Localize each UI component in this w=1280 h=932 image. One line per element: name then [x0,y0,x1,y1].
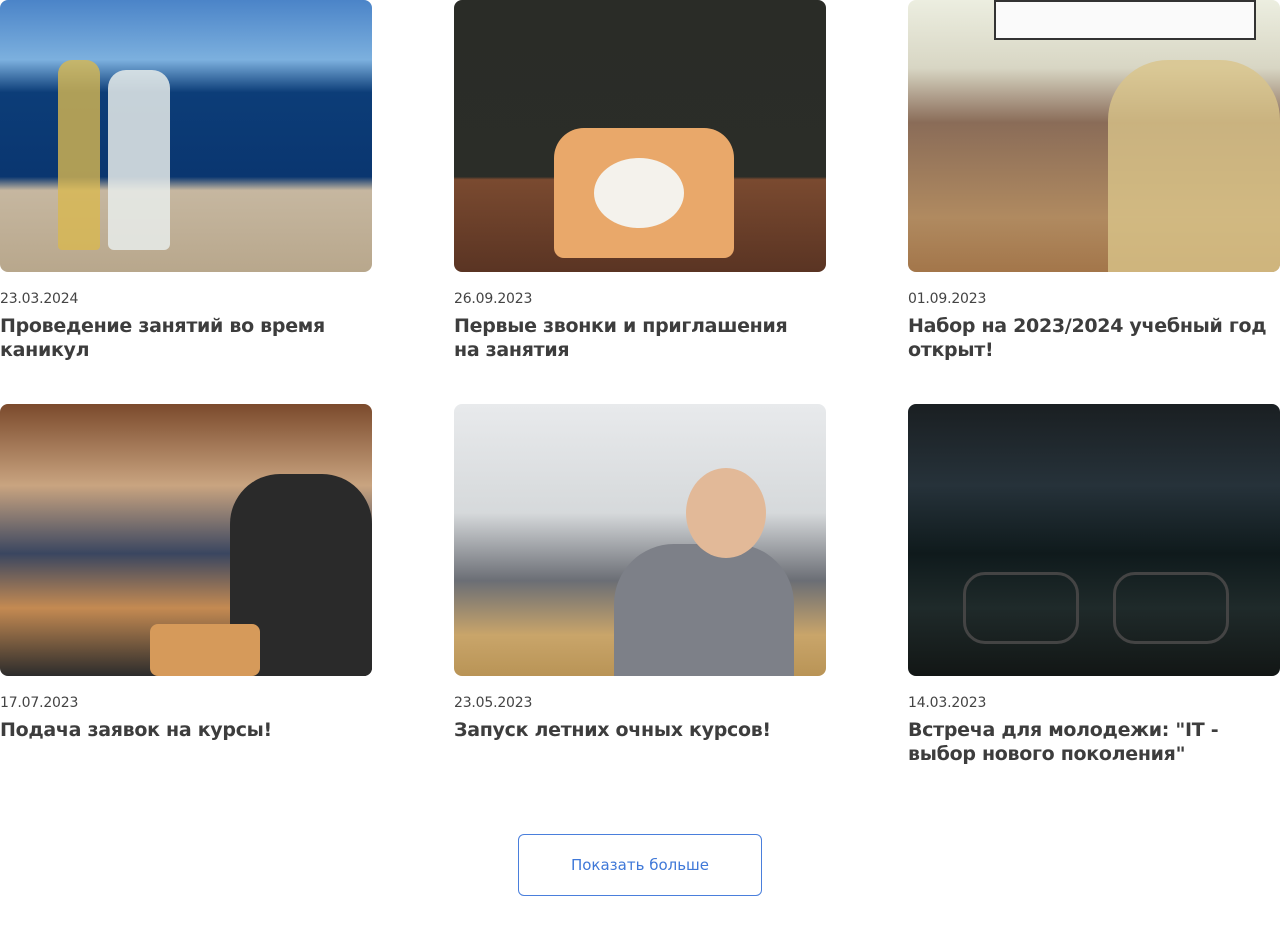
news-card[interactable]: 26.09.2023 Первые звонки и приглашения н… [454,0,826,362]
news-date: 23.05.2023 [454,695,533,711]
news-image[interactable] [908,0,1280,272]
news-title[interactable]: Подача заявок на курсы! [0,718,360,742]
news-image[interactable] [454,404,826,676]
news-date: 23.03.2024 [0,291,79,307]
news-card[interactable]: 01.09.2023 Набор на 2023/2024 учебный го… [908,0,1280,362]
news-card[interactable]: 23.03.2024 Проведение занятий во время к… [0,0,372,362]
news-image[interactable] [0,0,372,272]
news-title[interactable]: Набор на 2023/2024 учебный год открыт! [908,314,1268,362]
news-image[interactable] [908,404,1280,676]
news-date: 01.09.2023 [908,291,987,307]
news-date: 26.09.2023 [454,291,533,307]
show-more-button[interactable]: Показать больше [518,834,762,896]
news-date: 14.03.2023 [908,695,987,711]
news-title[interactable]: Запуск летних очных курсов! [454,718,814,742]
news-image[interactable] [454,0,826,272]
news-title[interactable]: Встреча для молодежи: "IT - выбор нового… [908,718,1268,766]
news-title[interactable]: Первые звонки и приглашения на занятия [454,314,814,362]
news-card[interactable]: 17.07.2023 Подача заявок на курсы! [0,404,372,742]
news-card[interactable]: 23.05.2023 Запуск летних очных курсов! [454,404,826,742]
news-image[interactable] [0,404,372,676]
news-card[interactable]: 14.03.2023 Встреча для молодежи: "IT - в… [908,404,1280,766]
news-date: 17.07.2023 [0,695,79,711]
news-title[interactable]: Проведение занятий во время каникул [0,314,360,362]
